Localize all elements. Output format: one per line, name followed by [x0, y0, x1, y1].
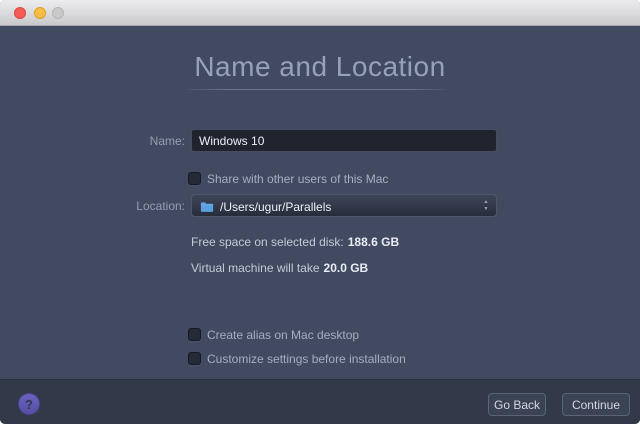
- location-stepper[interactable]: ▲ ▼: [482, 199, 490, 213]
- minimize-button[interactable]: [34, 7, 46, 19]
- create-alias-checkbox[interactable]: [188, 328, 201, 341]
- titlebar: [0, 0, 640, 26]
- customize-settings-label: Customize settings before installation: [207, 353, 406, 366]
- footer-bar: ? Go Back Continue: [0, 379, 640, 424]
- folder-icon: [200, 200, 214, 218]
- vm-size-text: Virtual machine will take: [191, 261, 320, 275]
- name-label: Name:: [90, 134, 185, 148]
- close-button[interactable]: [14, 7, 26, 19]
- free-space-value: 188.6 GB: [348, 235, 399, 249]
- continue-button[interactable]: Continue: [562, 393, 630, 416]
- create-alias-label: Create alias on Mac desktop: [207, 329, 359, 342]
- chevron-up-icon: ▲: [482, 199, 490, 206]
- title-divider: [187, 89, 447, 90]
- share-checkbox-label: Share with other users of this Mac: [207, 173, 388, 186]
- location-dropdown[interactable]: /Users/ugur/Parallels ▲ ▼: [191, 194, 497, 217]
- zoom-button-disabled: [52, 7, 64, 19]
- free-space-line: Free space on selected disk: 188.6 GB: [191, 235, 399, 249]
- wizard-content: Name and Location Name: Share with other…: [0, 27, 640, 379]
- location-value: /Users/ugur/Parallels: [220, 200, 331, 214]
- location-label: Location:: [90, 199, 185, 213]
- customize-settings-checkbox[interactable]: [188, 352, 201, 365]
- vm-size-line: Virtual machine will take 20.0 GB: [191, 261, 368, 275]
- help-button[interactable]: ?: [18, 393, 40, 415]
- name-input[interactable]: [191, 129, 497, 152]
- vm-size-value: 20.0 GB: [324, 261, 369, 275]
- free-space-text: Free space on selected disk:: [191, 235, 344, 249]
- chevron-down-icon: ▼: [482, 206, 490, 213]
- share-checkbox[interactable]: [188, 172, 201, 185]
- go-back-button[interactable]: Go Back: [488, 393, 546, 416]
- page-title: Name and Location: [0, 51, 640, 83]
- parallels-assistant-window: Name and Location Name: Share with other…: [0, 0, 640, 424]
